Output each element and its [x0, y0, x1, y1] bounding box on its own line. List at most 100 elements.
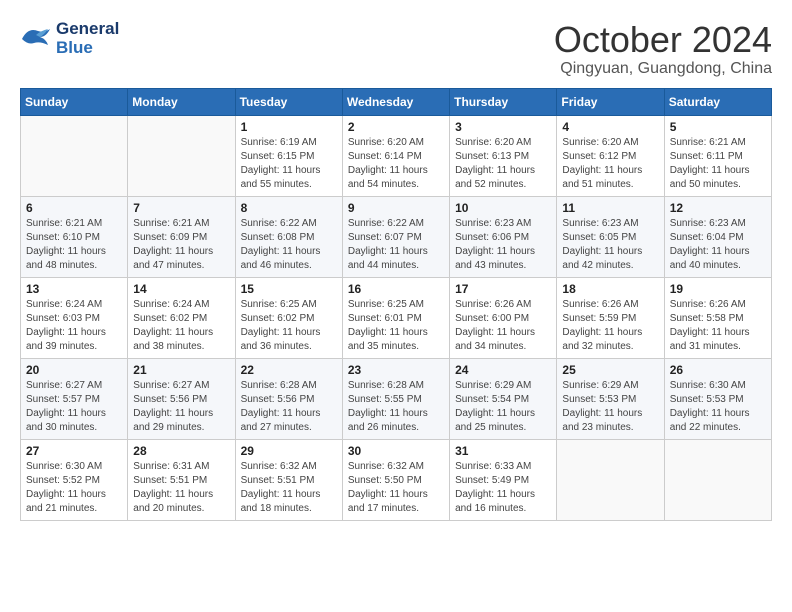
day-number: 24	[455, 363, 551, 377]
day-header-saturday: Saturday	[664, 88, 771, 115]
day-number: 4	[562, 120, 658, 134]
logo-icon	[20, 25, 52, 53]
day-header-friday: Friday	[557, 88, 664, 115]
day-number: 15	[241, 282, 337, 296]
day-number: 23	[348, 363, 444, 377]
header-row: SundayMondayTuesdayWednesdayThursdayFrid…	[21, 88, 772, 115]
day-number: 31	[455, 444, 551, 458]
day-info: Sunrise: 6:24 AM Sunset: 6:03 PM Dayligh…	[26, 298, 122, 354]
day-info: Sunrise: 6:25 AM Sunset: 6:01 PM Dayligh…	[348, 298, 444, 354]
day-info: Sunrise: 6:20 AM Sunset: 6:13 PM Dayligh…	[455, 136, 551, 192]
calendar-cell: 12 Sunrise: 6:23 AM Sunset: 6:04 PM Dayli…	[664, 196, 771, 277]
day-info: Sunrise: 6:32 AM Sunset: 5:51 PM Dayligh…	[241, 460, 337, 516]
calendar-cell: 7 Sunrise: 6:21 AM Sunset: 6:09 PM Daylig…	[128, 196, 235, 277]
day-info: Sunrise: 6:20 AM Sunset: 6:14 PM Dayligh…	[348, 136, 444, 192]
day-info: Sunrise: 6:28 AM Sunset: 5:56 PM Dayligh…	[241, 379, 337, 435]
day-number: 16	[348, 282, 444, 296]
calendar-cell: 23 Sunrise: 6:28 AM Sunset: 5:55 PM Dayli…	[342, 358, 449, 439]
calendar-cell: 8 Sunrise: 6:22 AM Sunset: 6:08 PM Daylig…	[235, 196, 342, 277]
day-number: 6	[26, 201, 122, 215]
day-info: Sunrise: 6:24 AM Sunset: 6:02 PM Dayligh…	[133, 298, 229, 354]
day-number: 7	[133, 201, 229, 215]
calendar-cell: 13 Sunrise: 6:24 AM Sunset: 6:03 PM Dayli…	[21, 277, 128, 358]
day-info: Sunrise: 6:30 AM Sunset: 5:53 PM Dayligh…	[670, 379, 766, 435]
day-info: Sunrise: 6:19 AM Sunset: 6:15 PM Dayligh…	[241, 136, 337, 192]
day-info: Sunrise: 6:26 AM Sunset: 5:58 PM Dayligh…	[670, 298, 766, 354]
day-header-thursday: Thursday	[450, 88, 557, 115]
day-info: Sunrise: 6:26 AM Sunset: 5:59 PM Dayligh…	[562, 298, 658, 354]
day-info: Sunrise: 6:23 AM Sunset: 6:04 PM Dayligh…	[670, 217, 766, 273]
day-number: 9	[348, 201, 444, 215]
calendar-cell: 26Sunrise: 6:30 AM Sunset: 5:53 PM Dayli…	[664, 358, 771, 439]
day-info: Sunrise: 6:33 AM Sunset: 5:49 PM Dayligh…	[455, 460, 551, 516]
day-info: Sunrise: 6:32 AM Sunset: 5:50 PM Dayligh…	[348, 460, 444, 516]
day-header-tuesday: Tuesday	[235, 88, 342, 115]
calendar-cell: 17Sunrise: 6:26 AM Sunset: 6:00 PM Dayli…	[450, 277, 557, 358]
calendar-cell: 27Sunrise: 6:30 AM Sunset: 5:52 PM Dayli…	[21, 439, 128, 520]
day-info: Sunrise: 6:23 AM Sunset: 6:05 PM Dayligh…	[562, 217, 658, 273]
calendar-cell: 4Sunrise: 6:20 AM Sunset: 6:12 PM Daylig…	[557, 115, 664, 196]
calendar-cell: 10 Sunrise: 6:23 AM Sunset: 6:06 PM Dayli…	[450, 196, 557, 277]
day-number: 29	[241, 444, 337, 458]
day-info: Sunrise: 6:21 AM Sunset: 6:10 PM Dayligh…	[26, 217, 122, 273]
calendar-cell: 1 Sunrise: 6:19 AM Sunset: 6:15 PM Daylig…	[235, 115, 342, 196]
week-row-5: 27Sunrise: 6:30 AM Sunset: 5:52 PM Dayli…	[21, 439, 772, 520]
day-number: 10	[455, 201, 551, 215]
day-info: Sunrise: 6:22 AM Sunset: 6:07 PM Dayligh…	[348, 217, 444, 273]
calendar-cell: 19Sunrise: 6:26 AM Sunset: 5:58 PM Dayli…	[664, 277, 771, 358]
calendar-cell: 24 Sunrise: 6:29 AM Sunset: 5:54 PM Dayli…	[450, 358, 557, 439]
calendar-cell: 5Sunrise: 6:21 AM Sunset: 6:11 PM Daylig…	[664, 115, 771, 196]
week-row-2: 6 Sunrise: 6:21 AM Sunset: 6:10 PM Daylig…	[21, 196, 772, 277]
calendar-cell: 15 Sunrise: 6:25 AM Sunset: 6:02 PM Dayli…	[235, 277, 342, 358]
day-info: Sunrise: 6:27 AM Sunset: 5:57 PM Dayligh…	[26, 379, 122, 435]
day-info: Sunrise: 6:31 AM Sunset: 5:51 PM Dayligh…	[133, 460, 229, 516]
calendar-cell: 2 Sunrise: 6:20 AM Sunset: 6:14 PM Daylig…	[342, 115, 449, 196]
day-info: Sunrise: 6:23 AM Sunset: 6:06 PM Dayligh…	[455, 217, 551, 273]
day-number: 21	[133, 363, 229, 377]
day-info: Sunrise: 6:21 AM Sunset: 6:09 PM Dayligh…	[133, 217, 229, 273]
calendar-header: SundayMondayTuesdayWednesdayThursdayFrid…	[21, 88, 772, 115]
calendar-body: 1 Sunrise: 6:19 AM Sunset: 6:15 PM Daylig…	[21, 115, 772, 520]
day-info: Sunrise: 6:29 AM Sunset: 5:54 PM Dayligh…	[455, 379, 551, 435]
calendar-cell: 25 Sunrise: 6:29 AM Sunset: 5:53 PM Dayli…	[557, 358, 664, 439]
day-number: 8	[241, 201, 337, 215]
day-number: 1	[241, 120, 337, 134]
day-number: 18	[562, 282, 658, 296]
day-number: 17	[455, 282, 551, 296]
calendar-cell: 16 Sunrise: 6:25 AM Sunset: 6:01 PM Dayli…	[342, 277, 449, 358]
day-number: 14	[133, 282, 229, 296]
day-info: Sunrise: 6:29 AM Sunset: 5:53 PM Dayligh…	[562, 379, 658, 435]
day-number: 20	[26, 363, 122, 377]
day-info: Sunrise: 6:22 AM Sunset: 6:08 PM Dayligh…	[241, 217, 337, 273]
month-title: October 2024	[554, 20, 772, 60]
day-number: 2	[348, 120, 444, 134]
day-info: Sunrise: 6:27 AM Sunset: 5:56 PM Dayligh…	[133, 379, 229, 435]
day-info: Sunrise: 6:28 AM Sunset: 5:55 PM Dayligh…	[348, 379, 444, 435]
calendar-cell: 28Sunrise: 6:31 AM Sunset: 5:51 PM Dayli…	[128, 439, 235, 520]
day-number: 25	[562, 363, 658, 377]
day-number: 30	[348, 444, 444, 458]
calendar-cell	[557, 439, 664, 520]
week-row-1: 1 Sunrise: 6:19 AM Sunset: 6:15 PM Daylig…	[21, 115, 772, 196]
calendar-cell: 30 Sunrise: 6:32 AM Sunset: 5:50 PM Dayli…	[342, 439, 449, 520]
calendar-cell: 21 Sunrise: 6:27 AM Sunset: 5:56 PM Dayli…	[128, 358, 235, 439]
calendar-cell: 11 Sunrise: 6:23 AM Sunset: 6:05 PM Dayli…	[557, 196, 664, 277]
day-number: 3	[455, 120, 551, 134]
day-info: Sunrise: 6:25 AM Sunset: 6:02 PM Dayligh…	[241, 298, 337, 354]
logo: General Blue	[20, 20, 119, 57]
calendar-cell: 18 Sunrise: 6:26 AM Sunset: 5:59 PM Dayli…	[557, 277, 664, 358]
title-block: October 2024 Qingyuan, Guangdong, China	[554, 20, 772, 78]
day-number: 11	[562, 201, 658, 215]
logo-text: General Blue	[56, 20, 119, 57]
day-number: 12	[670, 201, 766, 215]
day-header-sunday: Sunday	[21, 88, 128, 115]
calendar-table: SundayMondayTuesdayWednesdayThursdayFrid…	[20, 88, 772, 521]
calendar-cell	[664, 439, 771, 520]
day-number: 13	[26, 282, 122, 296]
calendar-cell: 20 Sunrise: 6:27 AM Sunset: 5:57 PM Dayli…	[21, 358, 128, 439]
calendar-cell: 14 Sunrise: 6:24 AM Sunset: 6:02 PM Dayli…	[128, 277, 235, 358]
location: Qingyuan, Guangdong, China	[554, 60, 772, 78]
calendar-cell: 6 Sunrise: 6:21 AM Sunset: 6:10 PM Daylig…	[21, 196, 128, 277]
day-header-monday: Monday	[128, 88, 235, 115]
calendar-cell	[128, 115, 235, 196]
